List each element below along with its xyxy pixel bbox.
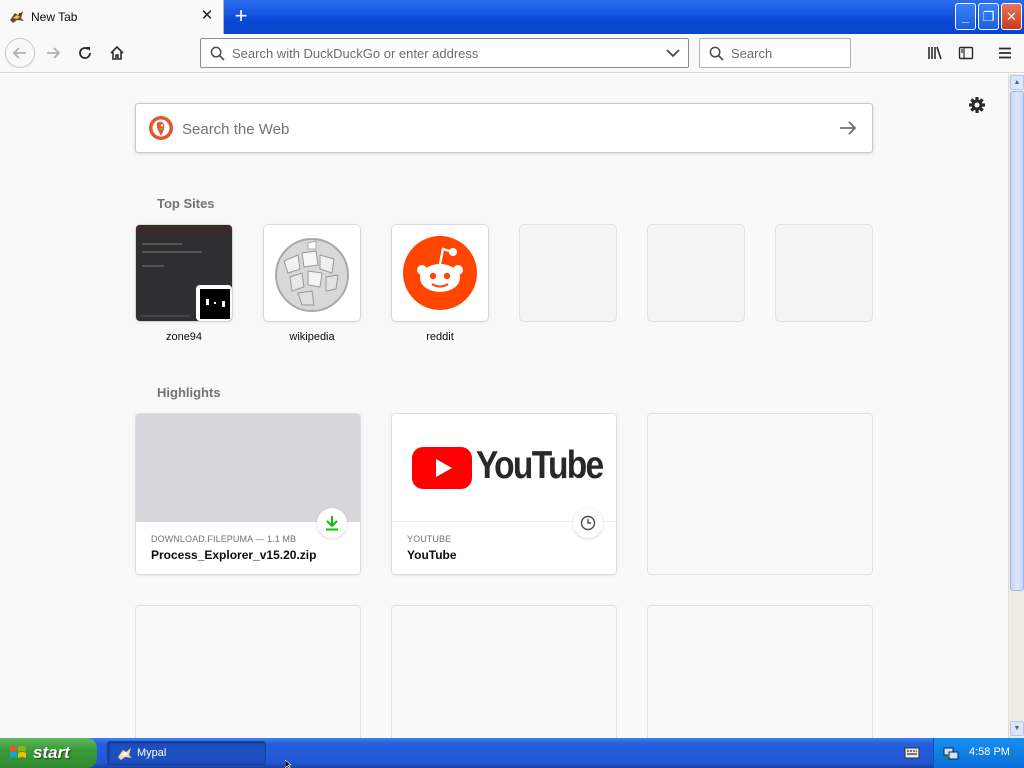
chevron-down-icon[interactable] — [666, 48, 680, 58]
menu-button[interactable] — [991, 39, 1019, 67]
clock-badge — [573, 508, 603, 538]
library-button[interactable] — [921, 39, 949, 67]
zone94-header-strip — [136, 225, 232, 235]
menu-icon — [999, 47, 1011, 59]
pong-paddle-right — [222, 301, 225, 307]
restore-button[interactable]: ❐ — [978, 3, 999, 30]
title-bar: New Tab ✕ + _ ❐ ✕ — [0, 0, 1024, 34]
top-site-empty — [648, 225, 744, 321]
start-button[interactable]: start — [0, 738, 97, 768]
search-input[interactable] — [731, 45, 843, 62]
pong-field — [200, 289, 230, 319]
highlight-card-youtube[interactable]: YouTube YOUTUBE YouTube — [392, 414, 616, 574]
top-site-wikipedia[interactable] — [264, 225, 360, 321]
zone94-text-line — [142, 265, 164, 267]
youtube-play-icon — [412, 447, 472, 489]
highlight-card-empty — [648, 606, 872, 738]
reddit-icon — [403, 236, 477, 310]
forward-button[interactable] — [39, 39, 67, 67]
back-button[interactable] — [5, 38, 35, 68]
sidebar-button[interactable] — [952, 39, 980, 67]
top-site-empty — [520, 225, 616, 321]
clock-icon — [580, 515, 596, 531]
card-source: YOUTUBE — [407, 534, 452, 544]
card-title: YouTube — [407, 548, 457, 562]
pong-favicon-icon — [196, 285, 232, 321]
highlight-card-empty — [648, 414, 872, 574]
mypal-icon — [10, 11, 24, 23]
search-bar[interactable] — [699, 38, 851, 68]
top-site-zone94[interactable] — [136, 225, 232, 321]
top-site-reddit[interactable] — [392, 225, 488, 321]
home-button[interactable] — [103, 39, 131, 67]
windows-flag-icon — [10, 746, 26, 758]
forward-icon — [47, 47, 61, 59]
pong-ball — [214, 302, 216, 304]
address-bar[interactable] — [200, 38, 689, 68]
close-window-button[interactable]: ✕ — [1001, 3, 1022, 30]
top-site-empty — [776, 225, 872, 321]
tab-close-icon[interactable]: ✕ — [199, 8, 215, 24]
download-icon — [326, 516, 338, 531]
address-input[interactable] — [232, 45, 662, 62]
gear-icon[interactable] — [966, 94, 988, 116]
zone94-text-line — [140, 315, 190, 317]
arrow-right-icon[interactable] — [838, 119, 858, 137]
youtube-logo-text: YouTube — [476, 444, 604, 487]
nav-toolbar — [0, 34, 1024, 73]
network-icon[interactable] — [943, 745, 959, 761]
minimize-button[interactable]: _ — [955, 3, 976, 30]
scroll-down-button[interactable]: ▼ — [1010, 721, 1024, 736]
scroll-up-button[interactable]: ▲ — [1010, 75, 1024, 90]
search-icon — [210, 46, 225, 61]
web-search-box[interactable] — [135, 103, 873, 153]
reload-button[interactable] — [71, 39, 99, 67]
card-source: DOWNLOAD.FILEPUMA — 1.1 MB — [151, 534, 297, 544]
back-icon — [12, 47, 26, 59]
pong-paddle-left — [206, 299, 209, 305]
tab-title: New Tab — [31, 10, 78, 24]
taskbar-item-mypal[interactable]: Mypal — [107, 741, 266, 765]
highlights-title: Highlights — [157, 385, 221, 400]
new-tab-button[interactable]: + — [231, 5, 251, 27]
highlight-card-empty — [392, 606, 616, 738]
reload-icon — [79, 47, 91, 59]
highlight-card-download[interactable]: DOWNLOAD.FILEPUMA — 1.1 MB Process_Explo… — [136, 414, 360, 574]
mouse-cursor-icon — [285, 760, 292, 768]
highlight-card-empty — [136, 606, 360, 738]
duckduckgo-icon — [149, 116, 173, 140]
web-search-input[interactable] — [182, 119, 822, 139]
zone94-text-line — [142, 243, 182, 245]
vertical-scrollbar[interactable]: ▲ ▼ — [1008, 74, 1024, 738]
sidebar-icon — [958, 46, 974, 60]
scroll-thumb[interactable] — [1010, 91, 1024, 591]
taskbar-item-label: Mypal — [137, 747, 167, 759]
taskbar: start Mypal 4:58 PM — [0, 738, 1024, 768]
card-image-placeholder — [136, 414, 360, 522]
start-label: start — [33, 743, 70, 762]
top-sites-title: Top Sites — [157, 196, 215, 211]
top-site-label[interactable]: wikipedia — [264, 331, 360, 343]
tab-new-tab[interactable]: New Tab ✕ — [0, 0, 224, 34]
search-icon — [709, 46, 724, 61]
system-tray: 4:58 PM — [933, 738, 1024, 768]
new-tab-page: Top Sites zone94 — [0, 74, 1008, 738]
keyboard-icon[interactable] — [904, 746, 920, 760]
home-icon — [110, 45, 124, 60]
top-site-label[interactable]: reddit — [392, 331, 488, 343]
library-icon — [928, 46, 942, 60]
download-badge — [317, 508, 347, 538]
card-title: Process_Explorer_v15.20.zip — [151, 548, 317, 562]
clock[interactable]: 4:58 PM — [969, 746, 1010, 758]
card-image-youtube: YouTube — [392, 414, 616, 522]
top-site-label[interactable]: zone94 — [136, 331, 232, 343]
wikipedia-globe-icon — [275, 238, 349, 312]
zone94-text-line — [142, 251, 202, 253]
mypal-icon — [118, 748, 132, 760]
